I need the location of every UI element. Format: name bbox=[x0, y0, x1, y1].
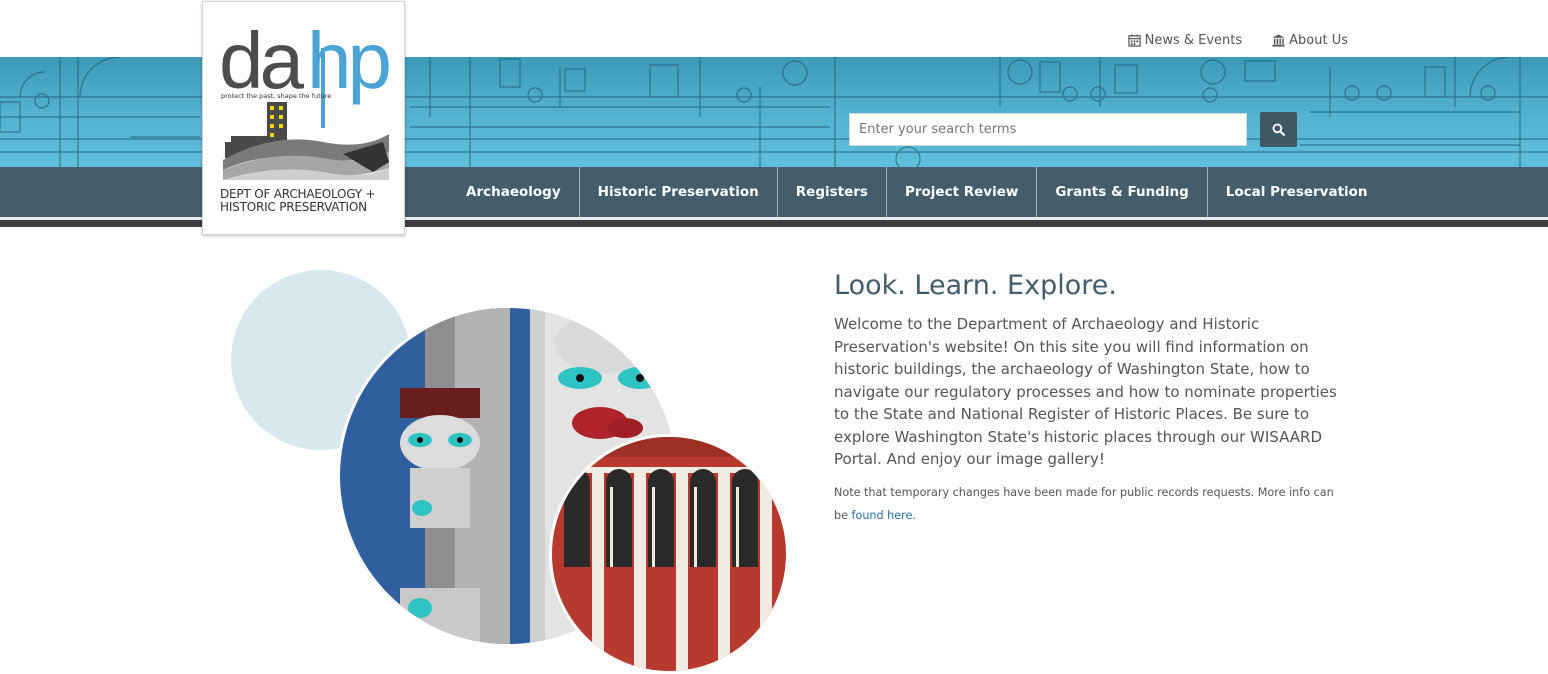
brick-building-photo bbox=[549, 434, 789, 674]
nav-item-historic-preservation[interactable]: Historic Preservation bbox=[580, 167, 778, 217]
nav-item-project-review[interactable]: Project Review bbox=[887, 167, 1038, 217]
nav-item-grants-funding[interactable]: Grants & Funding bbox=[1037, 167, 1208, 217]
search-button[interactable] bbox=[1260, 112, 1297, 147]
building-icon bbox=[1272, 34, 1285, 47]
search-bar bbox=[849, 112, 1297, 147]
page-heading: Look. Learn. Explore. bbox=[834, 270, 1117, 301]
logo-tagline: protect the past, shape the future bbox=[221, 92, 332, 100]
nav-item-local-preservation[interactable]: Local Preservation bbox=[1208, 167, 1386, 217]
intro-paragraph: Welcome to the Department of Archaeology… bbox=[834, 315, 1337, 468]
about-us-label: About Us bbox=[1289, 33, 1348, 48]
search-input[interactable] bbox=[849, 113, 1247, 146]
dahp-logo[interactable]: da hp protect the past, shape the future… bbox=[202, 1, 405, 235]
nav-item-archaeology[interactable]: Archaeology bbox=[448, 167, 580, 217]
brick-building-image bbox=[552, 437, 786, 671]
nav-item-registers[interactable]: Registers bbox=[778, 167, 887, 217]
search-icon bbox=[1272, 123, 1285, 136]
logo-dept-line2: HISTORIC PRESERVATION bbox=[220, 200, 367, 214]
found-here-link[interactable]: found here bbox=[852, 509, 913, 522]
utility-links: News & Events About Us bbox=[1127, 33, 1348, 48]
news-events-link[interactable]: News & Events bbox=[1127, 33, 1243, 48]
records-note-end: . bbox=[912, 509, 916, 522]
logo-dept-name: DEPT OF ARCHAEOLOGY + HISTORIC PRESERVAT… bbox=[220, 188, 376, 214]
nav-menu: Archaeology Historic Preservation Regist… bbox=[448, 167, 1386, 217]
calendar-icon bbox=[1127, 34, 1141, 47]
about-us-link[interactable]: About Us bbox=[1272, 33, 1348, 48]
news-events-label: News & Events bbox=[1144, 33, 1243, 48]
records-note: Note that temporary changes have been ma… bbox=[834, 481, 1349, 527]
